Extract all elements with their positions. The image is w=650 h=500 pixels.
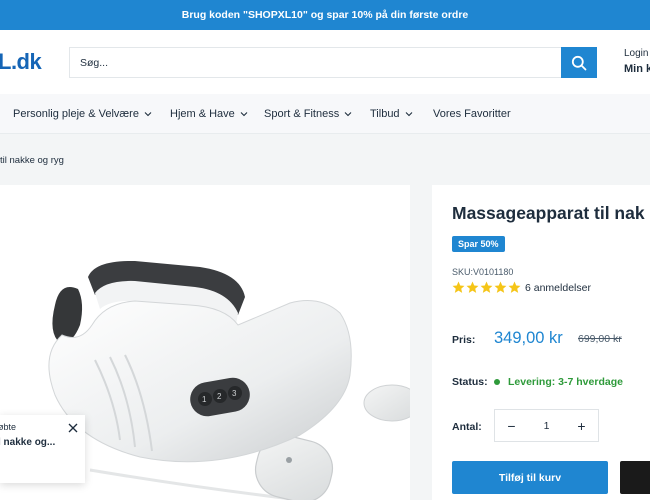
nav-item-tilbud[interactable]: Tilbud: [370, 108, 413, 120]
star-icon: [452, 281, 465, 293]
buy-now-button[interactable]: [620, 461, 650, 494]
site-logo[interactable]: L.dk: [0, 49, 42, 75]
breadcrumb[interactable]: til nakke og ryg: [0, 155, 64, 166]
quantity-stepper: − 1 +: [494, 409, 599, 442]
nav-item-vores-favoritter[interactable]: Vores Favoritter: [433, 108, 511, 120]
svg-text:1: 1: [202, 395, 207, 404]
chevron-down-icon: [344, 112, 352, 117]
svg-text:3: 3: [232, 389, 237, 398]
account-link[interactable]: Min k: [624, 63, 650, 75]
search-bar: [69, 47, 597, 78]
nav-item-personlig-pleje[interactable]: Personlig pleje & Velvære: [13, 108, 152, 120]
old-price: 699,00 kr: [578, 333, 622, 345]
star-icon: [466, 281, 479, 293]
chevron-down-icon: [144, 112, 152, 117]
discount-badge: Spar 50%: [452, 236, 505, 252]
star-icon: [508, 281, 521, 293]
rating[interactable]: 6 anmeldelser: [452, 281, 591, 294]
search-button[interactable]: [561, 47, 597, 78]
nav-item-hjem-have[interactable]: Hjem & Have: [170, 108, 248, 120]
product-title: Massageapparat til nak: [452, 203, 645, 223]
announcement-text: Brug koden "SHOPXL10" og spar 10% på din…: [181, 9, 469, 21]
svg-text:2: 2: [217, 392, 222, 401]
popup-text: øbte: [0, 422, 17, 432]
chevron-down-icon: [240, 112, 248, 117]
stock-status-text: Levering: 3-7 hverdage: [508, 376, 623, 388]
status-dot-icon: [494, 379, 500, 385]
nav-item-sport-fitness[interactable]: Sport & Fitness: [264, 108, 352, 120]
search-input[interactable]: [70, 48, 562, 77]
quantity-value[interactable]: 1: [528, 410, 565, 441]
star-icon: [480, 281, 493, 293]
main-nav: Personlig pleje & Velvære Hjem & Have Sp…: [0, 94, 650, 134]
reviews-count[interactable]: 6 anmeldelser: [525, 282, 591, 294]
add-to-cart-button[interactable]: Tilføj til kurv: [452, 461, 608, 494]
announcement-bar: Brug koden "SHOPXL10" og spar 10% på din…: [0, 0, 650, 30]
recent-purchase-popup: øbte l nakke og...: [0, 415, 85, 483]
quantity-increase-button[interactable]: +: [565, 410, 598, 441]
price-label: Pris:: [452, 334, 476, 346]
product-sku: SKU:V0101180: [452, 267, 514, 277]
status-label: Status:: [452, 376, 488, 388]
product-info-panel: Massageapparat til nak Spar 50% SKU:V010…: [432, 185, 650, 500]
site-header: L.dk Login Min k: [0, 30, 650, 94]
close-icon[interactable]: [67, 422, 79, 434]
popup-product-name[interactable]: l nakke og...: [0, 437, 55, 448]
stock-status: Levering: 3-7 hverdage: [494, 376, 623, 388]
chevron-down-icon: [405, 112, 412, 117]
search-icon: [571, 55, 587, 70]
login-link[interactable]: Login: [624, 48, 648, 59]
product-price: 349,00 kr: [494, 329, 563, 347]
quantity-decrease-button[interactable]: −: [495, 410, 528, 441]
quantity-label: Antal:: [452, 421, 482, 433]
star-icon: [494, 281, 507, 293]
